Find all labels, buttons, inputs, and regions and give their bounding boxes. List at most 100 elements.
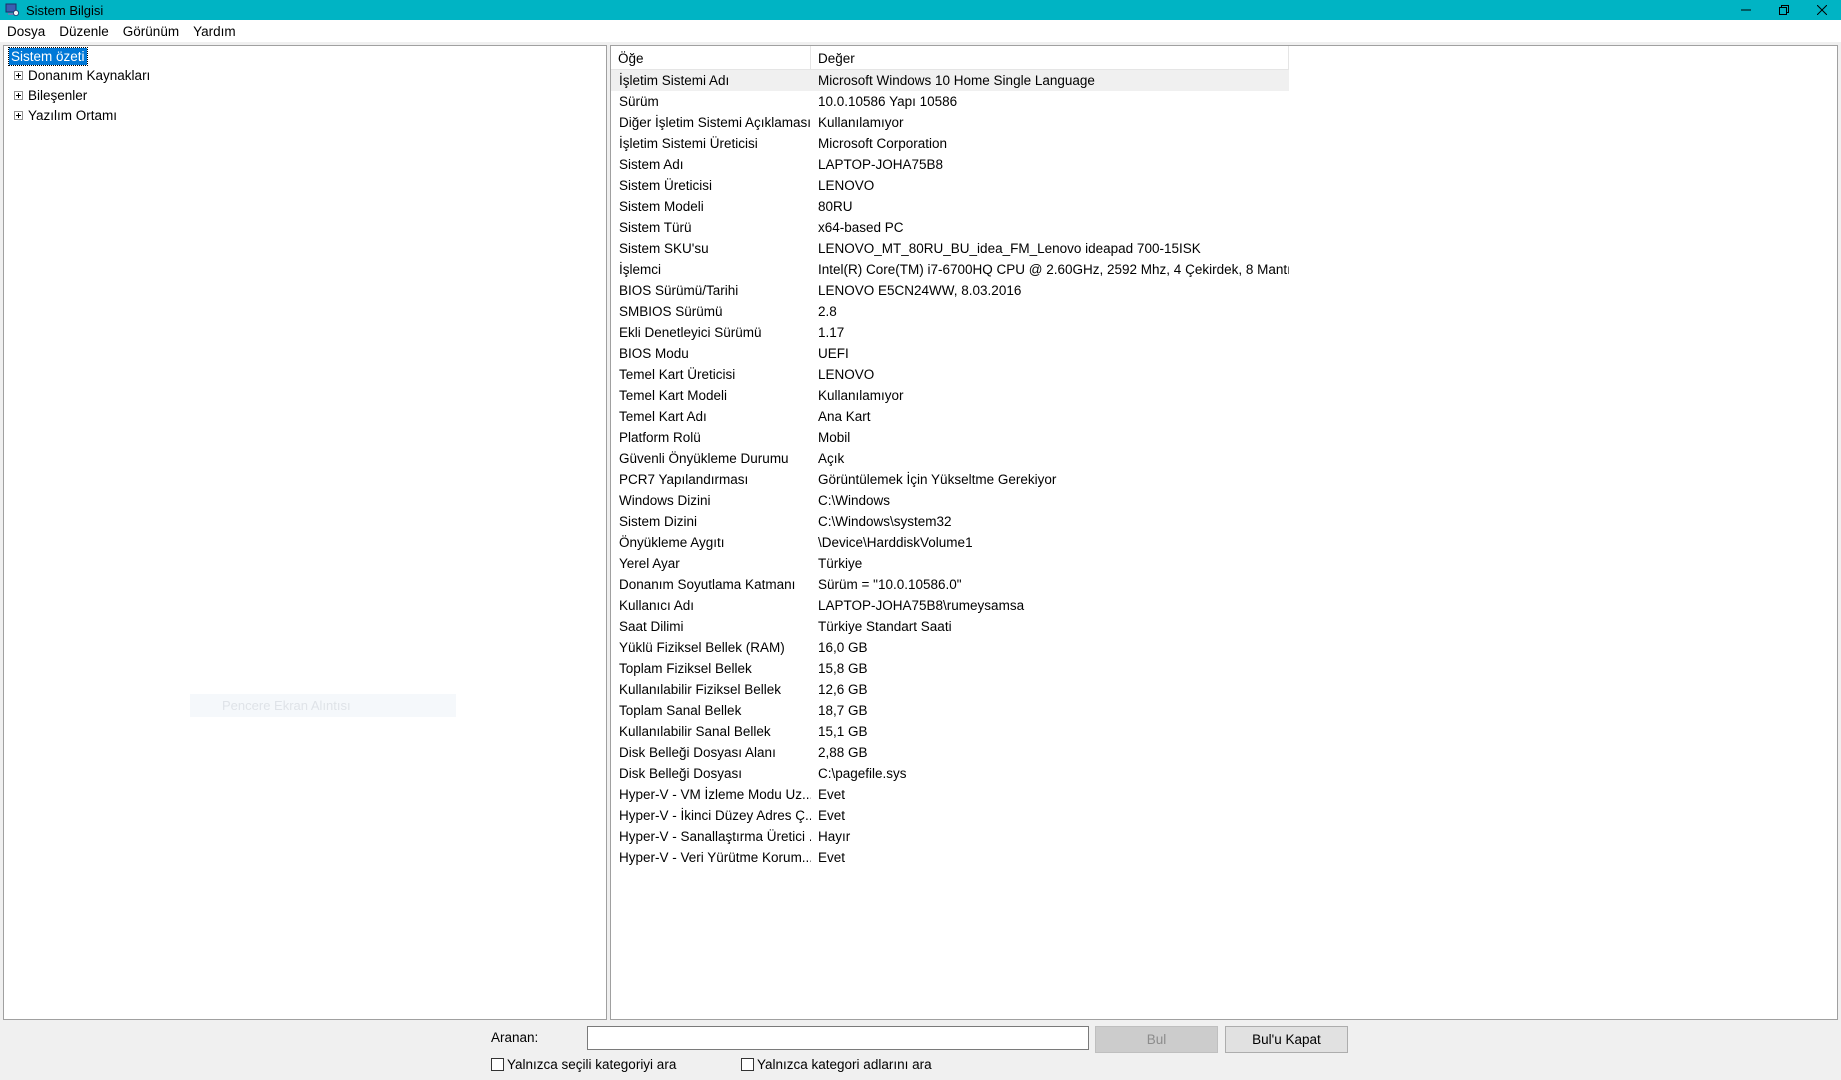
table-row[interactable]: Sistem Üreticisi LENOVO: [611, 175, 1837, 196]
row-value: Intel(R) Core(TM) i7-6700HQ CPU @ 2.60GH…: [818, 262, 1289, 277]
row-value: Evet: [818, 808, 846, 823]
row-value: Hayır: [818, 829, 851, 844]
title-bar: Sistem Bilgisi: [0, 0, 1841, 20]
table-row[interactable]: Yüklü Fiziksel Bellek (RAM) 16,0 GB: [611, 637, 1837, 658]
row-item: PCR7 Yapılandırması: [619, 472, 749, 487]
table-row[interactable]: Sistem Türü x64-based PC: [611, 217, 1837, 238]
screenshot-watermark: Pencere Ekran Alıntısı: [190, 694, 456, 717]
table-row[interactable]: Sistem Modeli 80RU: [611, 196, 1837, 217]
row-item: Sistem Modeli: [619, 199, 704, 214]
row-value: 1.17: [818, 325, 845, 340]
row-value: x64-based PC: [818, 220, 904, 235]
table-row[interactable]: Hyper-V - Sanallaştırma Üretici ... Hayır: [611, 826, 1837, 847]
table-row[interactable]: Yerel Ayar Türkiye: [611, 553, 1837, 574]
table-row[interactable]: Platform Rolü Mobil: [611, 427, 1837, 448]
table-row[interactable]: Kullanıcı Adı LAPTOP-JOHA75B8\rumeysamsa: [611, 595, 1837, 616]
expand-icon[interactable]: [14, 111, 23, 120]
row-item: Temel Kart Üreticisi: [619, 367, 736, 382]
row-value: C:\Windows: [818, 493, 891, 508]
row-item: Hyper-V - İkinci Düzey Adres Ç...: [619, 808, 811, 823]
window-title: Sistem Bilgisi: [26, 2, 104, 18]
row-item: Önyükleme Aygıtı: [619, 535, 725, 550]
row-value: Açık: [818, 451, 845, 466]
table-row[interactable]: SMBIOS Sürümü 2.8: [611, 301, 1837, 322]
row-item: Disk Belleği Dosyası: [619, 766, 743, 781]
list-header: Öğe Değer: [611, 46, 1289, 70]
details-list[interactable]: Öğe Değer İşletim Sistemi Adı Microsoft W…: [610, 45, 1838, 1020]
tree-item-components[interactable]: Bileşenler: [14, 88, 87, 103]
system-info-icon: [4, 2, 20, 18]
table-row[interactable]: Sistem Adı LAPTOP-JOHA75B8: [611, 154, 1837, 175]
table-row[interactable]: Disk Belleği Dosyası Alanı 2,88 GB: [611, 742, 1837, 763]
tree-item-label: Yazılım Ortamı: [28, 108, 118, 123]
table-row[interactable]: Donanım Soyutlama Katmanı Sürüm = "10.0.1…: [611, 574, 1837, 595]
category-tree[interactable]: Sistem özeti Donanım Kaynakları Bileşenl…: [3, 45, 607, 1020]
table-row[interactable]: Hyper-V - İkinci Düzey Adres Ç... Evet: [611, 805, 1837, 826]
checkbox-label: Yalnızca kategori adlarını ara: [757, 1057, 932, 1072]
table-row[interactable]: Hyper-V - Veri Yürütme Korum... Evet: [611, 847, 1837, 868]
table-row[interactable]: Windows Dizini C:\Windows: [611, 490, 1837, 511]
menu-duzenle[interactable]: Düzenle: [59, 23, 109, 40]
row-item: BIOS Sürümü/Tarihi: [619, 283, 739, 298]
restore-button[interactable]: [1765, 0, 1803, 20]
table-row[interactable]: Önyükleme Aygıtı \Device\HarddiskVolume1: [611, 532, 1837, 553]
column-header-item[interactable]: Öğe: [611, 46, 811, 70]
row-item: Sistem Üreticisi: [619, 178, 713, 193]
row-item: Kullanılabilir Sanal Bellek: [619, 724, 771, 739]
tree-item-system-summary[interactable]: Sistem özeti: [8, 47, 88, 66]
table-row[interactable]: BIOS Sürümü/Tarihi LENOVO E5CN24WW, 8.03.…: [611, 280, 1837, 301]
table-row[interactable]: Temel Kart Modeli Kullanılamıyor: [611, 385, 1837, 406]
table-row[interactable]: Ekli Denetleyici Sürümü 1.17: [611, 322, 1837, 343]
row-value: 18,7 GB: [818, 703, 868, 718]
search-input[interactable]: [587, 1026, 1089, 1050]
close-find-button[interactable]: Bul'u Kapat: [1225, 1026, 1348, 1053]
table-row[interactable]: PCR7 Yapılandırması Görüntülemek İçin Yük…: [611, 469, 1837, 490]
table-row[interactable]: Diğer İşletim Sistemi Açıklaması Kullanıl…: [611, 112, 1837, 133]
row-value: Microsoft Corporation: [818, 136, 948, 151]
only-selected-category-checkbox[interactable]: Yalnızca seçili kategoriyi ara: [491, 1057, 676, 1072]
row-value: Türkiye Standart Saati: [818, 619, 952, 634]
table-row[interactable]: Kullanılabilir Fiziksel Bellek 12,6 GB: [611, 679, 1837, 700]
tree-item-hardware-resources[interactable]: Donanım Kaynakları: [14, 68, 150, 83]
table-row[interactable]: İşlemci Intel(R) Core(TM) i7-6700HQ CPU @…: [611, 259, 1837, 280]
row-item: SMBIOS Sürümü: [619, 304, 723, 319]
table-row[interactable]: Sistem Dizini C:\Windows\system32: [611, 511, 1837, 532]
table-row[interactable]: Disk Belleği Dosyası C:\pagefile.sys: [611, 763, 1837, 784]
table-row[interactable]: Toplam Sanal Bellek 18,7 GB: [611, 700, 1837, 721]
row-value: Evet: [818, 850, 846, 865]
row-item: Sistem Adı: [619, 157, 684, 172]
row-value: Sürüm = "10.0.10586.0": [818, 577, 962, 592]
checkbox-box[interactable]: [491, 1058, 504, 1071]
table-row[interactable]: Temel Kart Üreticisi LENOVO: [611, 364, 1837, 385]
minimize-button[interactable]: [1727, 0, 1765, 20]
find-button[interactable]: Bul: [1095, 1026, 1218, 1053]
table-row[interactable]: Kullanılabilir Sanal Bellek 15,1 GB: [611, 721, 1837, 742]
checkbox-box[interactable]: [741, 1058, 754, 1071]
table-row[interactable]: Hyper-V - VM İzleme Modu Uz... Evet: [611, 784, 1837, 805]
close-button[interactable]: [1803, 0, 1841, 20]
only-category-names-checkbox[interactable]: Yalnızca kategori adlarını ara: [741, 1057, 932, 1072]
expand-icon[interactable]: [14, 71, 23, 80]
table-row[interactable]: Temel Kart Adı Ana Kart: [611, 406, 1837, 427]
row-item: Donanım Soyutlama Katmanı: [619, 577, 796, 592]
row-item: Ekli Denetleyici Sürümü: [619, 325, 762, 340]
table-row[interactable]: BIOS Modu UEFI: [611, 343, 1837, 364]
table-row[interactable]: İşletim Sistemi Üreticisi Microsoft Corpo…: [611, 133, 1837, 154]
row-item: Toplam Sanal Bellek: [619, 703, 742, 718]
tree-item-label: Bileşenler: [28, 88, 88, 103]
menu-dosya[interactable]: Dosya: [7, 23, 45, 40]
table-row[interactable]: İşletim Sistemi Adı Microsoft Windows 10 …: [611, 70, 1837, 91]
checkbox-label: Yalnızca seçili kategoriyi ara: [507, 1057, 677, 1072]
tree-item-software-environment[interactable]: Yazılım Ortamı: [14, 108, 117, 123]
expand-icon[interactable]: [14, 91, 23, 100]
menu-gorunum[interactable]: Görünüm: [123, 23, 179, 40]
column-header-value[interactable]: Değer: [811, 46, 1289, 70]
table-row[interactable]: Güvenli Önyükleme Durumu Açık: [611, 448, 1837, 469]
menu-yardim[interactable]: Yardım: [193, 23, 236, 40]
table-row[interactable]: Toplam Fiziksel Bellek 15,8 GB: [611, 658, 1837, 679]
row-value: 10.0.10586 Yapı 10586: [818, 94, 958, 109]
row-item: Yüklü Fiziksel Bellek (RAM): [619, 640, 785, 655]
table-row[interactable]: Sürüm 10.0.10586 Yapı 10586: [611, 91, 1837, 112]
table-row[interactable]: Sistem SKU'su LENOVO_MT_80RU_BU_idea_FM_L…: [611, 238, 1837, 259]
table-row[interactable]: Saat Dilimi Türkiye Standart Saati: [611, 616, 1837, 637]
